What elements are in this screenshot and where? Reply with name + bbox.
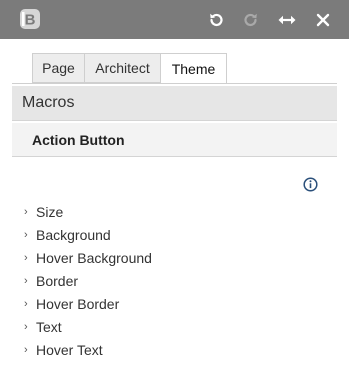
property-size[interactable]: › Size [24,200,152,223]
property-label: Size [36,203,64,220]
property-label: Background [36,226,111,243]
arrows-horizontal-icon [278,15,296,25]
chevron-right-icon: › [24,251,28,264]
property-label: Hover Background [36,249,152,266]
property-label: Text [36,318,62,335]
close-button[interactable] [312,9,334,31]
tab-page[interactable]: Page [32,53,85,83]
tab-bar: Page Architect Theme [32,53,227,84]
expand-width-button[interactable] [276,9,298,31]
b-logo-icon: B [19,8,41,30]
property-hover-background[interactable]: › Hover Background [24,246,152,269]
tab-theme[interactable]: Theme [161,53,227,84]
property-background[interactable]: › Background [24,223,152,246]
tab-divider [12,83,337,84]
close-icon [316,13,330,27]
chevron-right-icon: › [24,320,28,333]
undo-button[interactable] [205,9,227,31]
redo-icon [244,13,257,27]
macros-header: Macros [12,86,337,121]
chevron-right-icon: › [24,343,28,356]
property-label: Hover Text [36,341,103,358]
chevron-right-icon: › [24,205,28,218]
chevron-right-icon: › [24,274,28,287]
property-label: Border [36,272,79,289]
property-label: Hover Border [36,295,120,312]
property-hover-border[interactable]: › Hover Border [24,292,152,315]
clipped-text-remnant: –– ––––––––– –––– ––––– [40,38,210,43]
property-hover-text[interactable]: › Hover Text [24,338,152,361]
property-border[interactable]: › Border [24,269,152,292]
svg-text:B: B [25,12,36,29]
action-button-header[interactable]: Action Button [12,123,337,157]
chevron-right-icon: › [24,228,28,241]
section-title: Macros [22,94,75,111]
redo-button[interactable] [240,9,262,31]
property-list: › Size › Background › Hover Background ›… [24,200,152,361]
undo-icon [210,13,223,27]
top-toolbar: B [0,0,349,39]
property-text[interactable]: › Text [24,315,152,338]
info-icon[interactable] [303,177,318,192]
subsection-title: Action Button [32,132,125,148]
tab-architect[interactable]: Architect [85,53,161,83]
chevron-right-icon: › [24,297,28,310]
